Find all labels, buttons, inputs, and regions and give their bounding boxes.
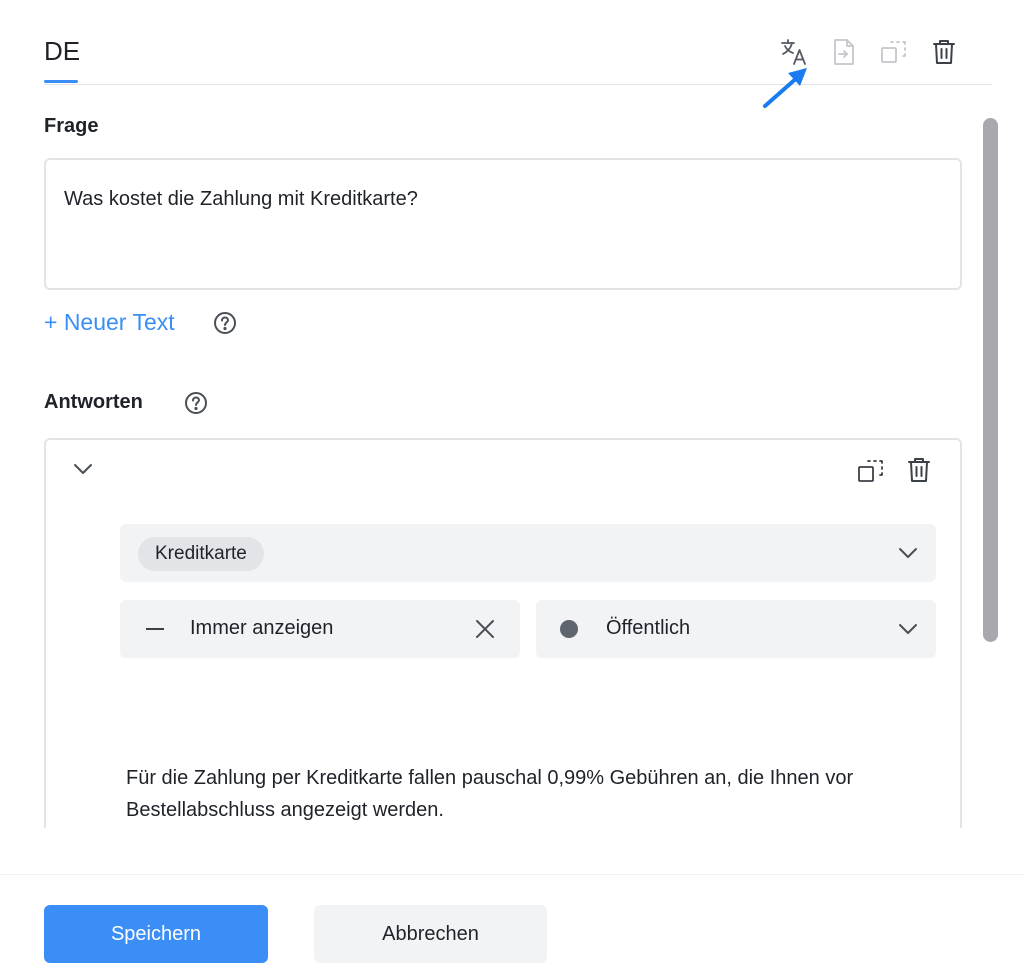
chevron-down-icon[interactable]: [896, 617, 920, 641]
answer-card: Kreditkarte Immer anzeigen Öffentlich Fü…: [44, 438, 962, 828]
collapse-chevron-icon[interactable]: [70, 456, 96, 482]
save-button[interactable]: Speichern: [44, 905, 268, 963]
question-label: Frage: [44, 115, 99, 137]
chevron-down-icon[interactable]: [896, 541, 920, 565]
language-tab-bar: DE: [44, 0, 992, 85]
import-file-button[interactable]: [828, 36, 860, 68]
keyword-select[interactable]: Kreditkarte: [120, 524, 936, 582]
tab-de[interactable]: DE: [44, 36, 80, 67]
delete-button[interactable]: [928, 36, 960, 68]
duplicate-icon: [881, 41, 906, 63]
active-tab-indicator: [44, 80, 78, 83]
answers-label: Antworten: [44, 391, 143, 413]
visibility-select[interactable]: Immer anzeigen: [120, 600, 520, 658]
trash-icon[interactable]: [906, 456, 932, 484]
status-select[interactable]: Öffentlich: [536, 600, 936, 658]
answer-text[interactable]: Für die Zahlung per Kreditkarte fallen p…: [126, 762, 886, 826]
question-textarea[interactable]: Was kostet die Zahlung mit Kreditkarte?: [44, 158, 962, 290]
duplicate-button[interactable]: [878, 36, 910, 68]
pointer-arrow-icon: [763, 68, 807, 108]
duplicate-icon[interactable]: [856, 456, 886, 486]
close-icon[interactable]: [474, 618, 496, 640]
status-value: Öffentlich: [606, 617, 691, 639]
add-new-text-link[interactable]: + Neuer Text: [44, 309, 175, 336]
help-icon[interactable]: [212, 310, 238, 336]
status-dot-icon: [560, 620, 578, 638]
scrollbar-thumb[interactable]: [983, 118, 998, 642]
trash-icon: [933, 40, 955, 64]
help-icon[interactable]: [183, 390, 209, 416]
minus-icon: [146, 628, 164, 630]
footer-actions: Speichern Abbrechen: [0, 874, 1024, 971]
keyword-chip[interactable]: Kreditkarte: [138, 537, 264, 571]
cancel-button[interactable]: Abbrechen: [314, 905, 547, 963]
answer-toolbar: [856, 456, 932, 486]
file-import-icon: [834, 39, 854, 65]
visibility-value: Immer anzeigen: [190, 617, 334, 639]
